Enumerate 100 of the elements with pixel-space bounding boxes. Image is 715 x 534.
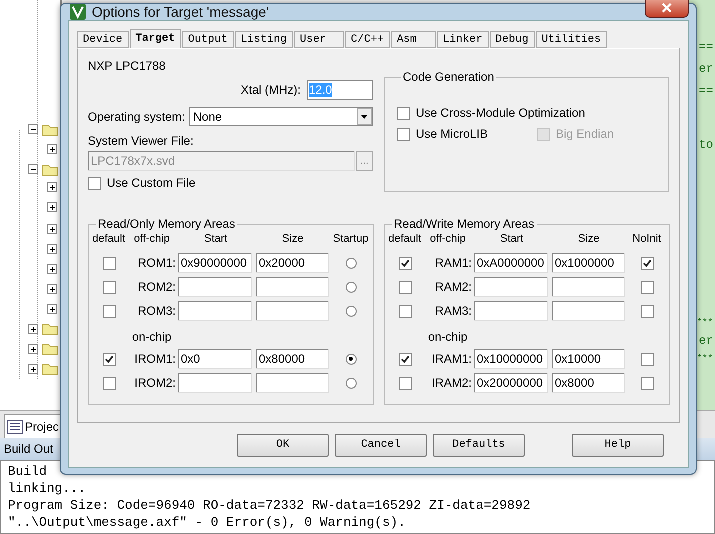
startup-radio[interactable] [346, 354, 356, 364]
group-title: Read/Write Memory Areas [393, 217, 536, 231]
checkbox[interactable] [397, 106, 410, 120]
tab[interactable]: Device [77, 31, 129, 48]
column-header: NoInit [632, 233, 662, 245]
group-title: Read/Only Memory Areas [97, 217, 236, 231]
field-label: Xtal (MHz): [241, 83, 301, 97]
tab[interactable]: C/C++ [345, 31, 390, 48]
size-field[interactable] [552, 301, 625, 321]
area-name: IROM2: [134, 376, 176, 390]
tab[interactable]: Target [130, 29, 182, 48]
checkbox[interactable] [398, 304, 412, 318]
checkbox[interactable] [102, 304, 116, 318]
start-field[interactable]: 0x10000000 [474, 349, 548, 369]
code-line: er [699, 334, 714, 348]
project-icon [7, 420, 23, 434]
tab[interactable]: User [294, 31, 344, 48]
checkbox[interactable] [102, 280, 116, 294]
checkbox[interactable] [397, 128, 410, 140]
dialog-button[interactable]: OK [237, 434, 329, 456]
size-field[interactable]: 0x8000 [552, 373, 625, 393]
close-icon [662, 3, 672, 13]
start-field[interactable] [474, 301, 548, 321]
startup-radio[interactable] [346, 378, 356, 388]
checkbox[interactable] [398, 352, 412, 366]
size-field[interactable] [256, 373, 329, 393]
tab[interactable]: Linker [437, 31, 489, 48]
code-line: *** [697, 317, 714, 330]
tab[interactable]: Utilities [536, 31, 608, 48]
area-name: IRAM2: [432, 376, 472, 390]
area-name: ROM1: [138, 256, 176, 270]
output-line: linking... [8, 480, 88, 498]
column-header: Size [281, 233, 305, 245]
tab[interactable]: Asm [391, 31, 436, 48]
code-line: to [699, 138, 714, 152]
area-name: IRAM1: [432, 352, 472, 366]
app-icon [70, 4, 86, 20]
column-header: default [92, 233, 126, 245]
area-name: RAM2: [435, 280, 472, 294]
section-label: on-chip [131, 330, 173, 346]
checkbox[interactable] [88, 176, 101, 190]
area-name: RAM1: [435, 256, 472, 270]
start-field[interactable]: 0x0 [178, 349, 252, 369]
field-label: System Viewer File: [88, 134, 195, 148]
size-field[interactable]: 0x1000000 [552, 253, 625, 273]
tab[interactable]: Listing [234, 31, 294, 48]
checkbox[interactable] [640, 352, 654, 366]
start-field[interactable] [474, 277, 548, 297]
start-field[interactable] [178, 277, 252, 297]
help-button[interactable]: Help [572, 434, 664, 456]
checkbox[interactable] [640, 304, 654, 318]
dialog-button[interactable]: Cancel [335, 434, 427, 456]
area-name: ROM2: [138, 280, 176, 294]
checkbox[interactable] [398, 280, 412, 294]
option-label: Use Cross-Module Optimization [416, 106, 586, 120]
close-button[interactable] [645, 0, 689, 18]
checkbox[interactable] [398, 256, 412, 270]
code-line: == [699, 40, 714, 54]
size-field[interactable]: 0x80000 [256, 349, 329, 369]
checkbox[interactable] [102, 376, 116, 390]
tab[interactable]: Output [182, 31, 234, 48]
startup-radio[interactable] [346, 282, 356, 292]
output-line: Program Size: Code=96940 RO-data=72332 RW-data=165292 ZI-data=29892 [8, 497, 532, 514]
panel-tab[interactable]: Projec [4, 414, 62, 438]
size-field[interactable] [552, 277, 625, 297]
code-line: *** [697, 353, 714, 366]
startup-radio[interactable] [346, 258, 356, 268]
start-field[interactable] [178, 373, 252, 393]
start-field[interactable]: 0x90000000 [178, 253, 252, 273]
checkbox[interactable] [640, 256, 654, 270]
tab[interactable]: Debug [490, 31, 535, 48]
startup-radio[interactable] [346, 306, 356, 316]
dialog-button[interactable]: Defaults [433, 434, 525, 456]
area-name: IROM1: [134, 352, 176, 366]
start-field[interactable]: 0x20000000 [474, 373, 548, 393]
column-header: Start [203, 233, 229, 245]
option-label: Use Custom File [107, 176, 196, 190]
size-field[interactable] [256, 277, 329, 297]
device-name: NXP LPC1788 [88, 59, 167, 73]
section-label: on-chip [427, 330, 469, 346]
option-label: Use MicroLIB [416, 127, 488, 141]
size-field[interactable]: 0x10000 [552, 349, 625, 369]
checkbox[interactable] [398, 376, 412, 390]
start-field[interactable] [178, 301, 252, 321]
checkbox[interactable] [102, 352, 116, 366]
field-label: Operating system: [88, 110, 186, 124]
checkbox[interactable] [640, 376, 654, 390]
checkbox[interactable] [640, 280, 654, 294]
area-name: ROM3: [138, 304, 176, 318]
size-field[interactable]: 0x20000 [256, 253, 329, 273]
group-title: Code Generation [402, 70, 496, 84]
os-dropdown[interactable]: None [189, 107, 373, 126]
output-line: "..\Output\message.axf" - 0 Error(s), 0 Warning(s). [8, 514, 407, 532]
option-label: Big Endian [556, 127, 614, 141]
panel-title: Build Out [4, 442, 54, 456]
column-header: default [388, 233, 422, 245]
start-field[interactable]: 0xA0000000 [474, 253, 548, 273]
size-field[interactable] [256, 301, 329, 321]
code-line: er [699, 62, 714, 76]
checkbox[interactable] [102, 256, 116, 270]
